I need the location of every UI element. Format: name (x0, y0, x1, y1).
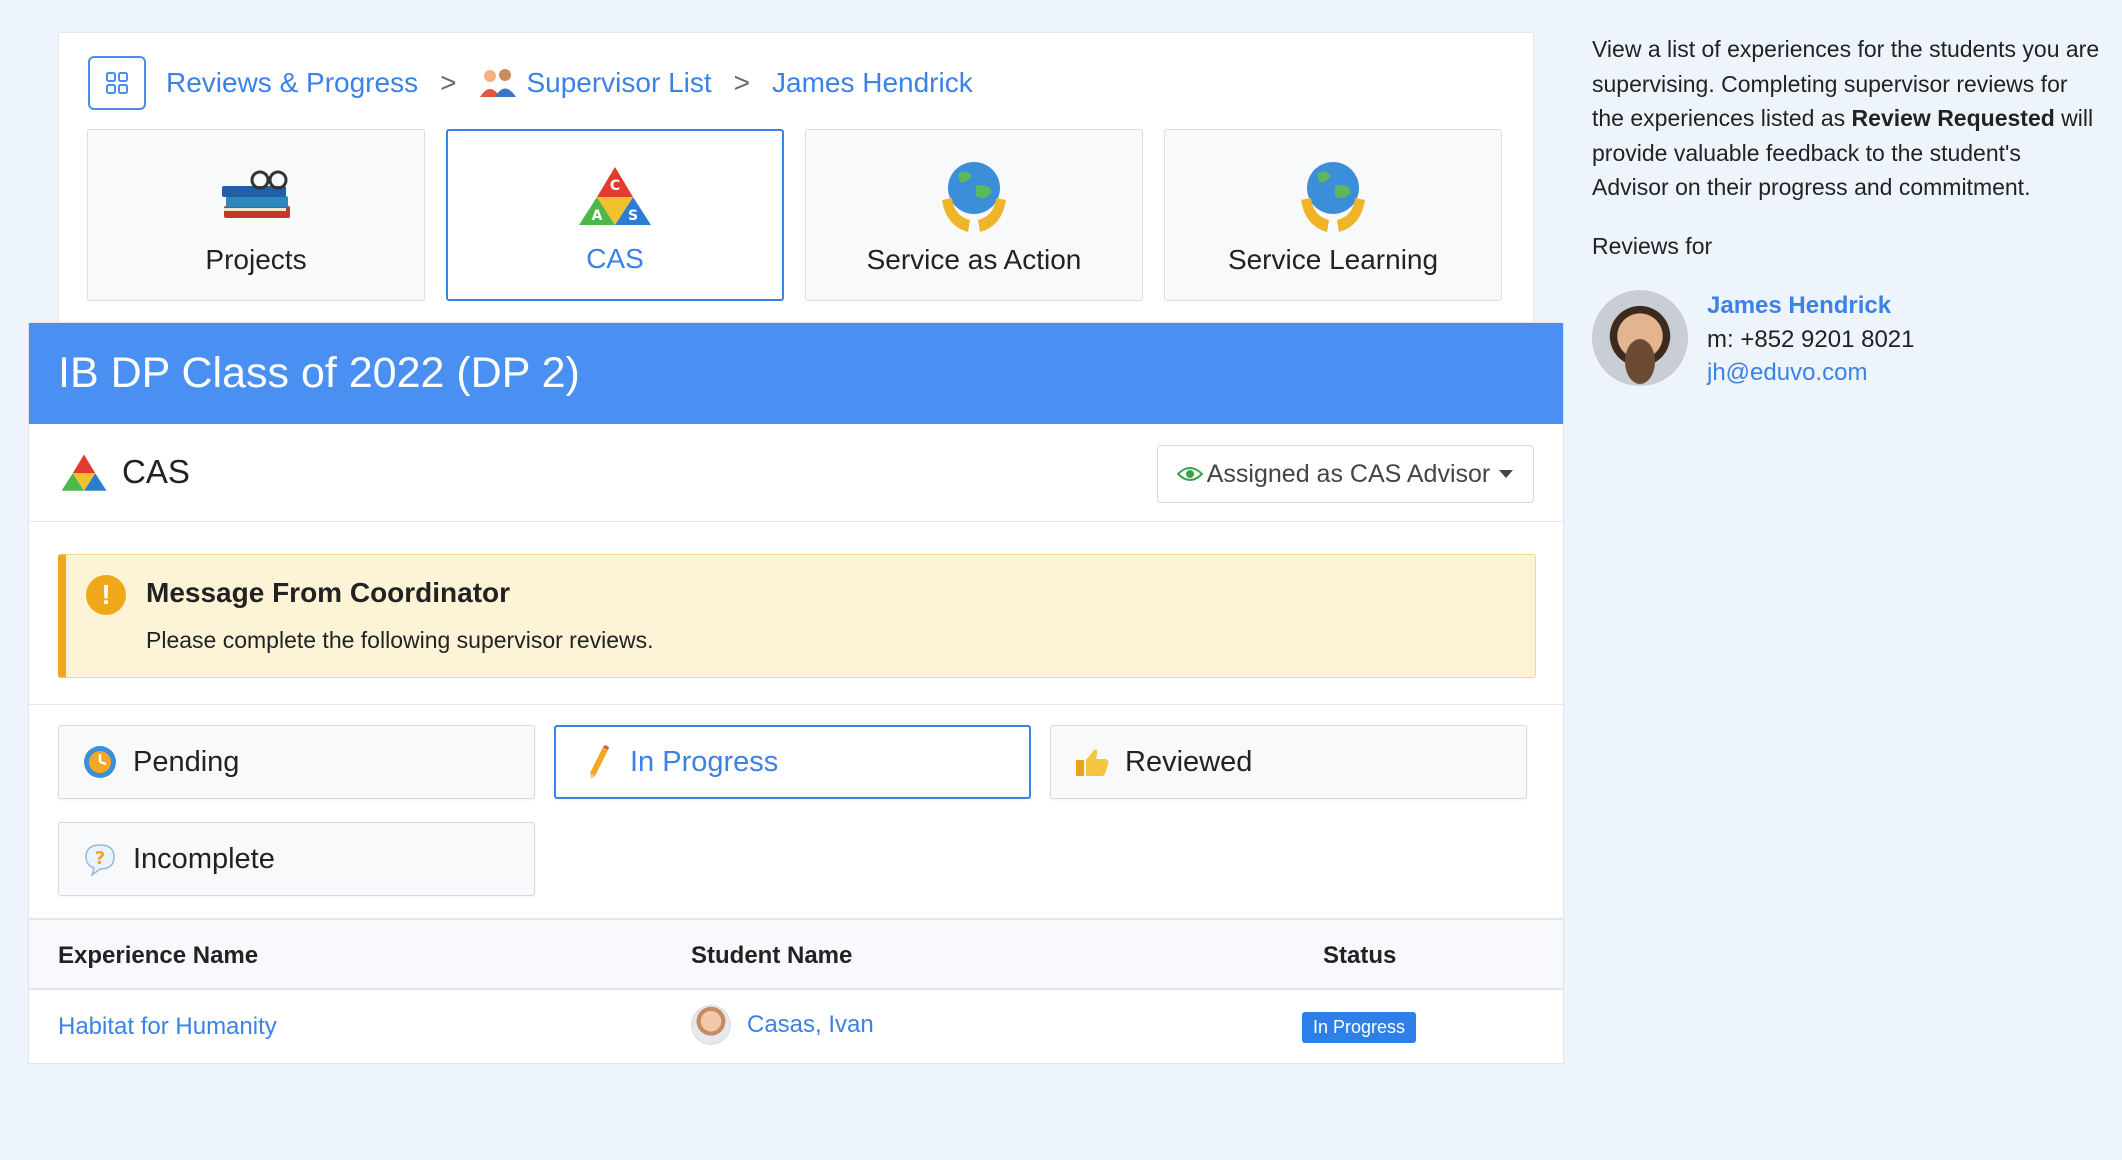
filter-label: Incomplete (133, 842, 275, 875)
message-title: Message From Coordinator (146, 577, 511, 608)
tile-label: Service Learning (1227, 244, 1439, 275)
breadcrumb-reviews-progress[interactable]: Reviews & Progress (166, 67, 418, 99)
caret-down-icon (1499, 470, 1514, 478)
cas-triangle-icon (61, 454, 107, 491)
eye-icon (1176, 467, 1203, 481)
books-icon (216, 156, 296, 236)
section-title-label: CAS (122, 453, 190, 490)
student-avatar (691, 1005, 731, 1045)
breadcrumb-supervisor-list[interactable]: Supervisor List (526, 67, 711, 99)
section-title: CAS (58, 452, 190, 492)
reviews-for-label: Reviews for (1592, 232, 1713, 259)
class-banner: IB DP Class of 2022 (DP 2) (29, 323, 1563, 424)
column-header-experience: Experience Name (58, 942, 259, 969)
status-badge: In Progress (1302, 1012, 1417, 1043)
apps-grid-button[interactable] (88, 56, 146, 110)
breadcrumb-separator: > (440, 67, 457, 98)
sidebar: View a list of experiences for the stude… (1592, 32, 2102, 390)
filter-label: Pending (133, 745, 240, 778)
tile-cas[interactable]: C A S CAS (446, 129, 784, 301)
table-header: Experience Name Student Name Status (29, 920, 1563, 990)
experience-link[interactable]: Habitat for Humanity (58, 1013, 277, 1041)
assigned-role-label: Assigned as CAS Advisor (1206, 459, 1491, 488)
tile-label: Service as Action (866, 244, 1082, 275)
review-requested-text: Review Requested (1851, 105, 2055, 131)
warning-icon: ! (86, 575, 126, 615)
svg-text:A: A (592, 208, 603, 224)
thumbs-up-icon (1073, 743, 1111, 781)
breadcrumb-current-person[interactable]: James Hendrick (772, 67, 973, 99)
globe-hands-icon (936, 156, 1012, 236)
filter-incomplete[interactable]: ? Incomplete (58, 822, 535, 896)
tile-projects[interactable]: Projects (87, 129, 425, 301)
filter-pending[interactable]: Pending (58, 725, 535, 799)
supervisor-phone: m: +852 9201 8021 (1707, 325, 1915, 353)
supervisor-avatar (1592, 289, 1688, 386)
filter-in-progress[interactable]: In Progress (554, 725, 1031, 799)
program-nav-card: Reviews & Progress > Supervisor List > J… (58, 32, 1534, 322)
class-card: IB DP Class of 2022 (DP 2) CAS Assigned … (28, 322, 1564, 1064)
svg-text:C: C (610, 178, 620, 194)
program-tiles: Projects C A S CAS Service as Action Ser… (87, 129, 1502, 301)
tile-service-learning[interactable]: Service Learning (1164, 129, 1502, 301)
tile-label: CAS (586, 243, 644, 274)
sidebar-description: View a list of experiences for the stude… (1592, 36, 2100, 200)
breadcrumb: Reviews & Progress > Supervisor List > J… (88, 56, 973, 110)
message-body: Please complete the following supervisor… (146, 627, 654, 653)
pencil-icon (578, 743, 616, 781)
tile-service-as-action[interactable]: Service as Action (805, 129, 1143, 301)
filter-label: Reviewed (1125, 745, 1253, 778)
grid-icon (106, 72, 128, 94)
question-bubble-icon: ? (81, 840, 119, 878)
student-link[interactable]: Casas, Ivan (747, 1011, 874, 1039)
clock-icon (81, 743, 119, 781)
assigned-role-dropdown[interactable]: Assigned as CAS Advisor (1157, 445, 1534, 503)
column-header-student: Student Name (691, 942, 853, 969)
tile-label: Projects (205, 244, 307, 275)
column-header-status: Status (1323, 942, 1397, 969)
filter-reviewed[interactable]: Reviewed (1050, 725, 1527, 799)
cas-triangle-icon: C A S (575, 155, 655, 235)
supervisor-name[interactable]: James Hendrick (1707, 292, 1891, 320)
table-row: Habitat for Humanity Casas, Ivan In Prog… (29, 990, 1563, 1062)
people-icon (478, 67, 518, 99)
section-header: CAS Assigned as CAS Advisor (29, 424, 1563, 522)
svg-text:S: S (628, 208, 638, 224)
student-cell: Casas, Ivan (691, 1005, 874, 1045)
breadcrumb-separator: > (733, 67, 750, 98)
supervisor-email[interactable]: jh@eduvo.com (1707, 359, 1867, 387)
supervisor-card: James Hendrick m: +852 9201 8021 jh@eduv… (1592, 289, 2102, 390)
coordinator-message: ! Message From Coordinator Please comple… (58, 554, 1536, 678)
globe-hands-icon (1295, 156, 1371, 236)
svg-text:?: ? (95, 848, 105, 869)
filter-label: In Progress (630, 745, 779, 778)
status-filters: Pending In Progress Reviewed ? Incomplet… (29, 705, 1563, 920)
message-area: ! Message From Coordinator Please comple… (29, 522, 1563, 705)
